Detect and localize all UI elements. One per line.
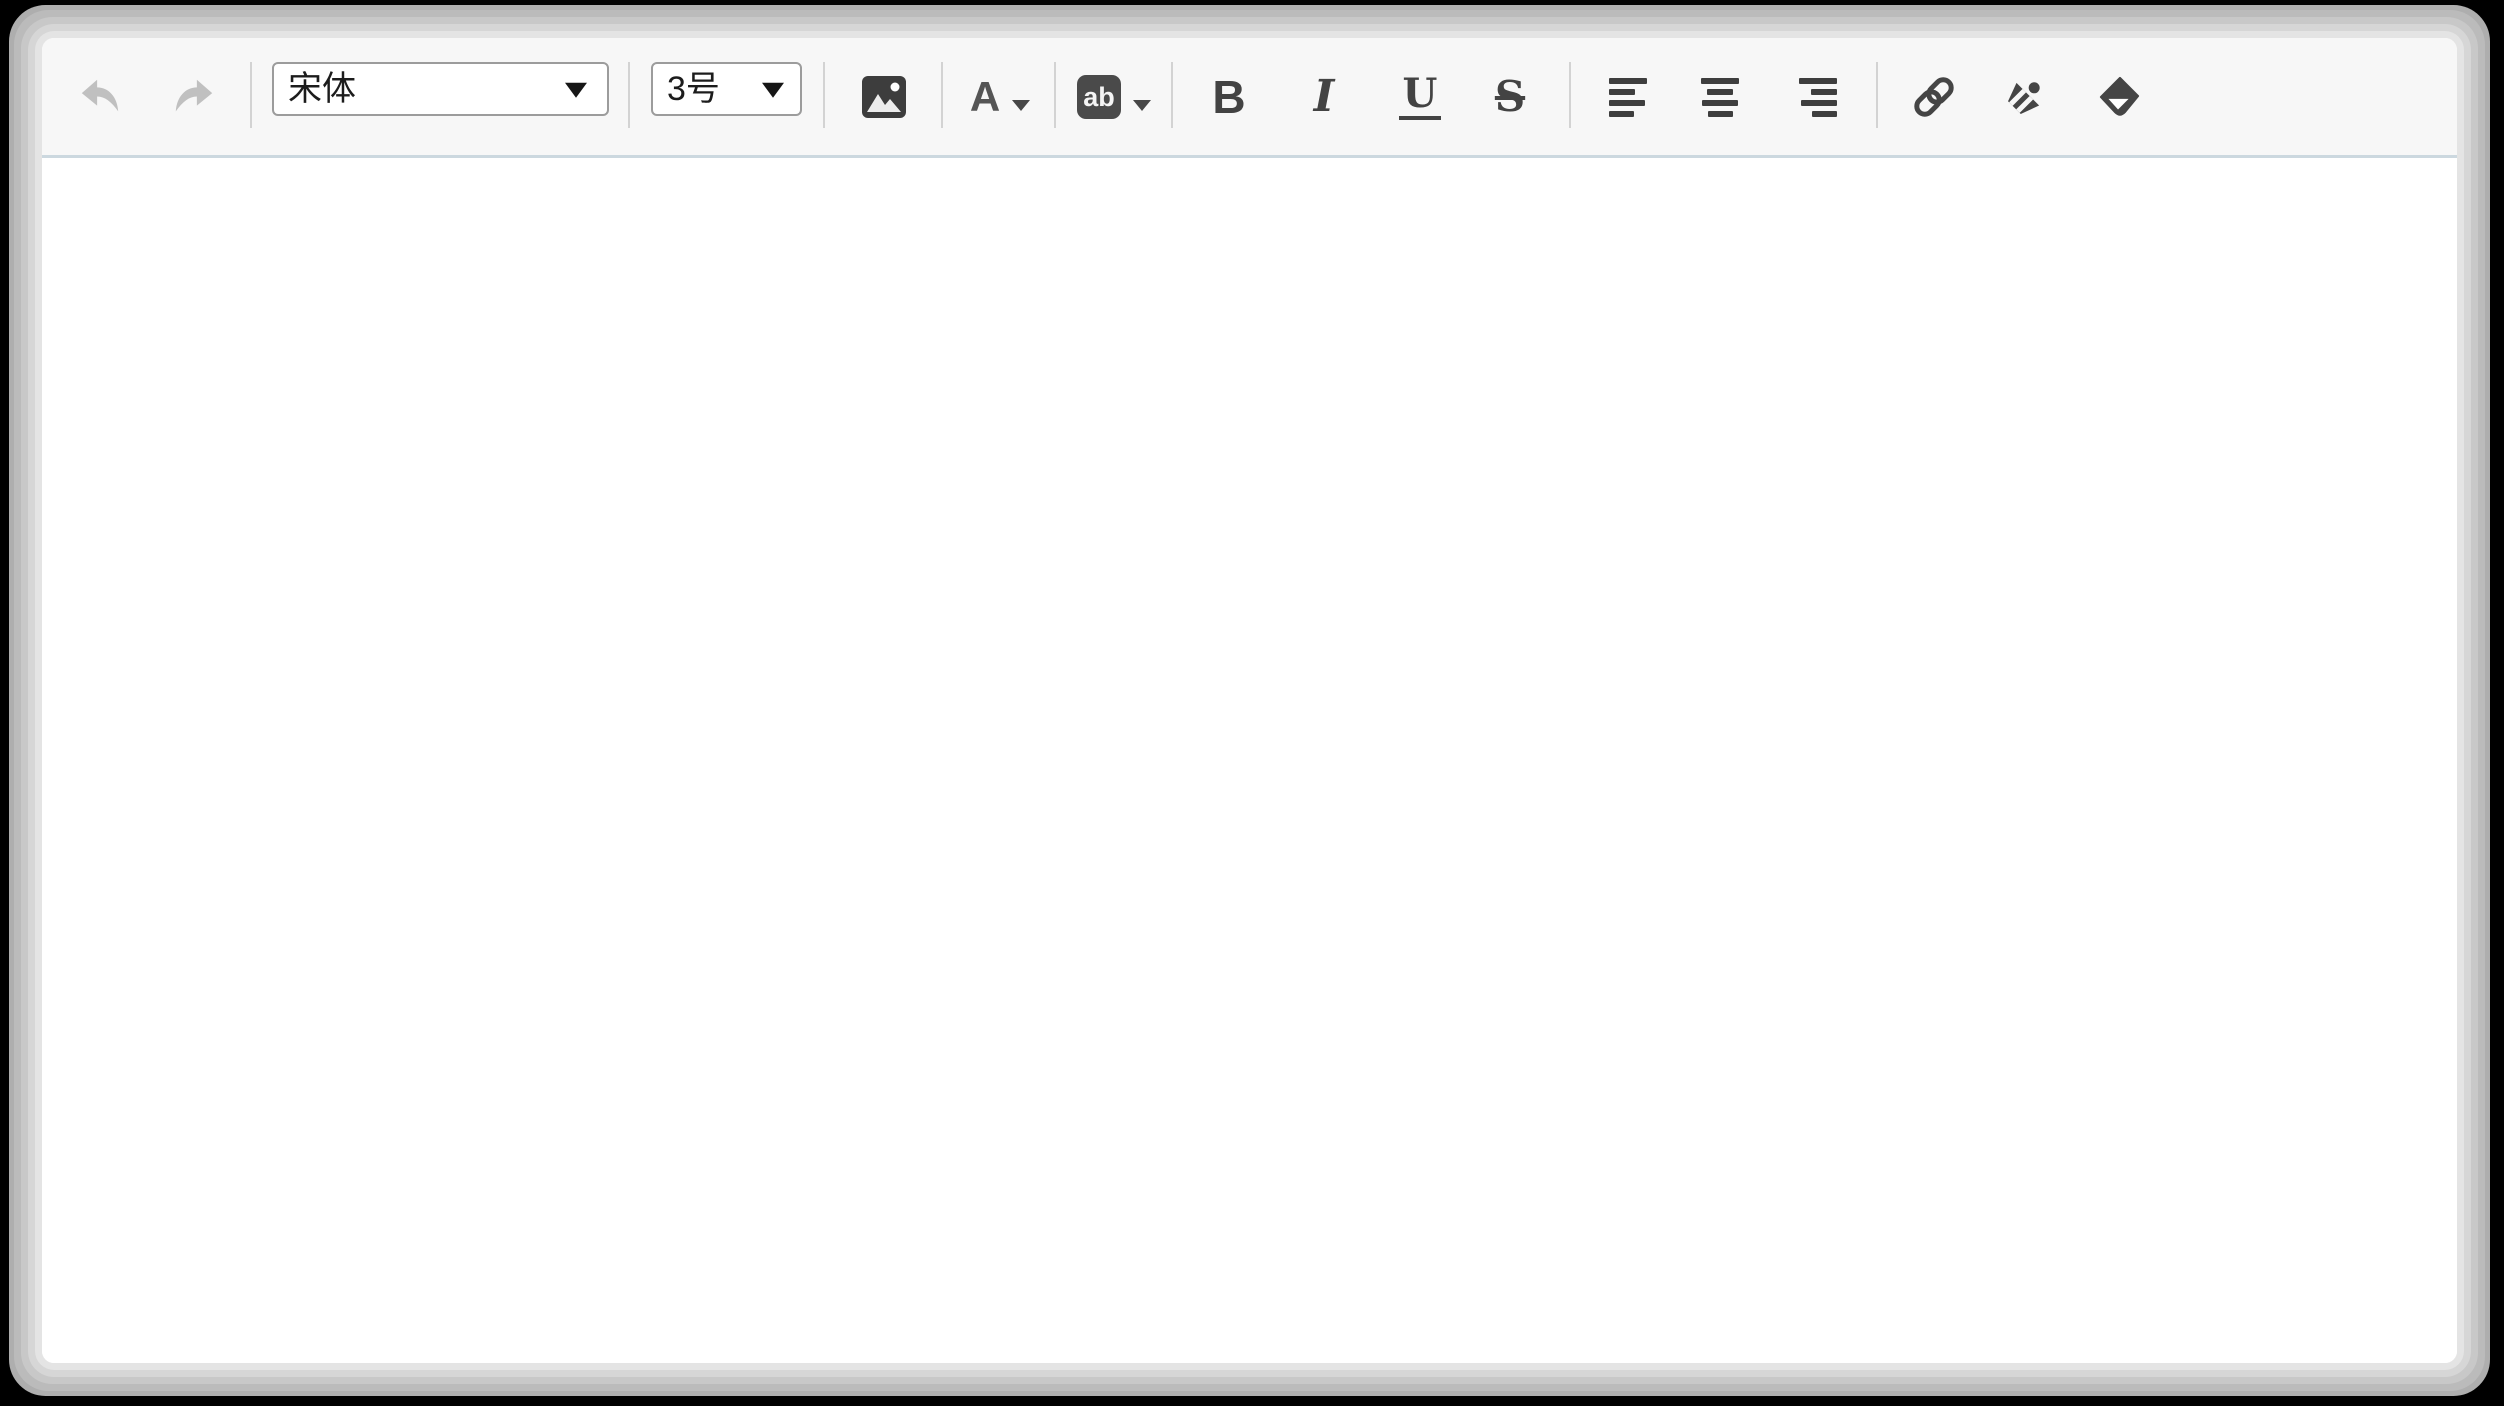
link-icon: [1910, 73, 1958, 121]
align-left-button[interactable]: [1600, 69, 1656, 125]
italic-button[interactable]: I: [1296, 69, 1352, 125]
eraser-button[interactable]: [2091, 69, 2147, 125]
toolbar-divider: [823, 62, 825, 128]
insert-link-button[interactable]: [1906, 69, 1962, 125]
editor-toolbar: 宋体 3号 A ab: [42, 38, 2457, 158]
underline-icon: U: [1399, 74, 1442, 120]
toolbar-divider: [941, 62, 943, 128]
editor-content[interactable]: [42, 158, 2457, 1363]
italic-icon: I: [1314, 75, 1335, 119]
redo-icon: [171, 77, 217, 117]
strikethrough-button[interactable]: S: [1482, 69, 1538, 125]
insert-image-button[interactable]: [856, 69, 912, 125]
chevron-down-icon: [565, 83, 587, 98]
toolbar-divider: [628, 62, 630, 128]
toolbar-divider: [1876, 62, 1878, 128]
toolbar-divider: [1569, 62, 1571, 128]
align-center-icon: [1701, 78, 1739, 117]
align-left-icon: [1609, 78, 1647, 117]
font-family-value: 宋体: [274, 72, 356, 106]
font-size-select[interactable]: 3号: [651, 62, 802, 116]
chevron-down-icon: [1133, 100, 1151, 111]
font-color-label: A: [970, 76, 1000, 118]
chevron-down-icon: [762, 83, 784, 98]
highlight-color-button[interactable]: ab: [1069, 69, 1159, 125]
image-icon: [861, 75, 907, 119]
bold-button[interactable]: B: [1201, 69, 1257, 125]
underline-button[interactable]: U: [1392, 69, 1448, 125]
undo-button[interactable]: [72, 69, 128, 125]
chevron-down-icon: [1012, 100, 1030, 111]
align-right-icon: [1799, 78, 1837, 117]
toolbar-divider: [1171, 62, 1173, 128]
redo-button[interactable]: [166, 69, 222, 125]
editor-window: 宋体 3号 A ab: [42, 38, 2457, 1363]
toolbar-divider: [250, 62, 252, 128]
brush-icon: [2001, 73, 2049, 121]
font-size-value: 3号: [653, 72, 720, 106]
font-family-select[interactable]: 宋体: [272, 62, 609, 116]
format-brush-button[interactable]: [1997, 69, 2053, 125]
eraser-icon: [2096, 74, 2142, 120]
align-right-button[interactable]: [1790, 69, 1846, 125]
undo-icon: [77, 77, 123, 117]
strikethrough-icon: S: [1495, 76, 1525, 118]
align-center-button[interactable]: [1692, 69, 1748, 125]
highlight-label: ab: [1077, 75, 1121, 119]
font-color-button[interactable]: A: [960, 69, 1040, 125]
toolbar-divider: [1054, 62, 1056, 128]
bold-icon: B: [1212, 74, 1245, 120]
